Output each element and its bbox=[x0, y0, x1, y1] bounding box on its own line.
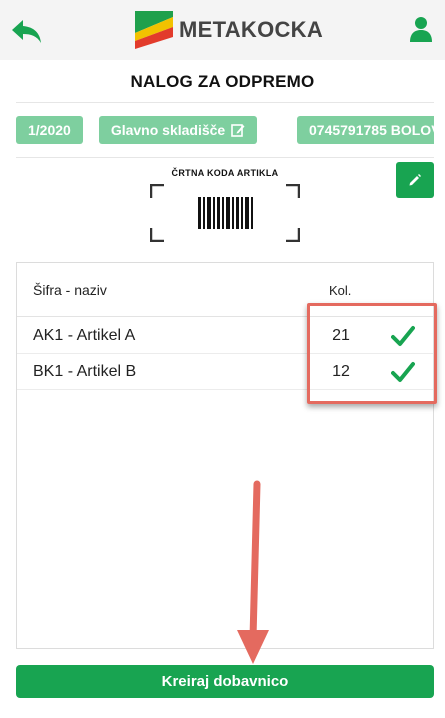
items-table: Šifra - naziv Kol. AK1 - Artikel A 21 BK… bbox=[16, 262, 434, 649]
barcode-scan-icon[interactable] bbox=[150, 184, 300, 242]
back-arrow-icon[interactable] bbox=[10, 16, 44, 46]
column-header-qty: Kol. bbox=[329, 283, 352, 298]
order-number-label: 1/2020 bbox=[28, 122, 71, 138]
edit-note-icon bbox=[231, 124, 245, 137]
check-icon bbox=[391, 326, 415, 346]
item-qty: 12 bbox=[332, 363, 350, 380]
barcode-scanner: ČRTNA KODA ARTIKLA bbox=[140, 168, 310, 248]
edit-button[interactable] bbox=[396, 162, 434, 198]
pencil-icon bbox=[409, 174, 421, 186]
contact-chip[interactable]: 0745791785 BOLOVA bbox=[297, 116, 434, 144]
divider bbox=[16, 157, 434, 158]
order-info-chips: 1/2020 Glavno skladišče 0745791785 BOLOV… bbox=[16, 116, 434, 144]
column-header-name: Šifra - naziv bbox=[33, 282, 107, 298]
page-title: NALOG ZA ODPREMO bbox=[130, 72, 315, 91]
table-header: Šifra - naziv Kol. bbox=[17, 263, 433, 317]
item-name: BK1 - Artikel B bbox=[33, 363, 137, 380]
user-icon[interactable] bbox=[409, 16, 433, 42]
contact-chip-wrapper: 0745791785 BOLOVA bbox=[282, 116, 434, 144]
item-qty: 21 bbox=[332, 327, 350, 344]
app-logo: METAKOCKA bbox=[135, 10, 323, 50]
table-row[interactable]: BK1 - Artikel B 12 bbox=[17, 354, 433, 390]
app-header: METAKOCKA bbox=[0, 0, 445, 60]
table-row[interactable]: AK1 - Artikel A 21 bbox=[17, 318, 433, 354]
check-icon bbox=[391, 362, 415, 382]
barcode-label: ČRTNA KODA ARTIKLA bbox=[171, 168, 279, 178]
order-number-chip[interactable]: 1/2020 bbox=[16, 116, 83, 144]
logo-text: METAKOCKA bbox=[179, 17, 324, 42]
warehouse-label: Glavno skladišče bbox=[110, 122, 226, 138]
create-delivery-note-button[interactable]: Kreiraj dobavnico bbox=[16, 665, 434, 698]
divider bbox=[16, 102, 434, 103]
contact-label: 0745791785 BOLOVA bbox=[309, 122, 434, 138]
item-name: AK1 - Artikel A bbox=[33, 327, 136, 344]
warehouse-chip[interactable]: Glavno skladišče bbox=[98, 116, 258, 144]
logo-mark-icon bbox=[135, 11, 173, 49]
